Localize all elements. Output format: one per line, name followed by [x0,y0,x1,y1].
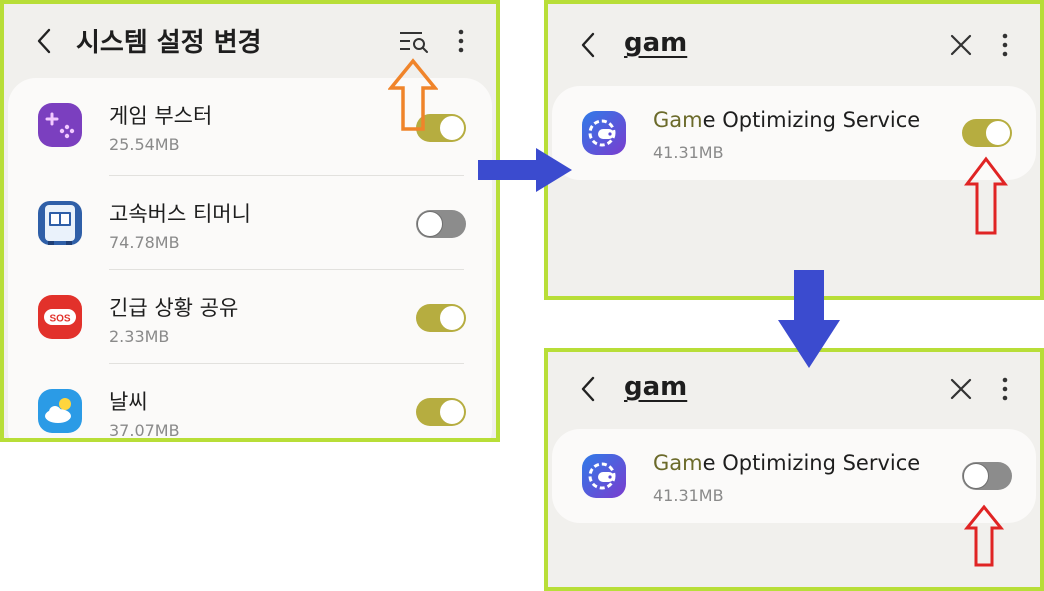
toggle-knob [439,115,465,141]
app-size: 41.31MB [653,143,724,162]
app-size: 41.31MB [653,486,724,505]
permission-toggle[interactable] [416,304,466,332]
bus-icon [38,201,82,245]
app-size: 37.07MB [109,421,180,440]
app-list: 게임 부스터 25.54MB 고속버스 티머니 74.78MB SOS 긴급 상… [8,78,492,440]
app-name-rest: e Optimizing Service [702,451,921,475]
search-result-panel-before: gam Game Optimizing Service 41.31MB [544,0,1044,300]
red-up-arrow [964,504,1004,567]
app-name-rest: e Optimizing Service [702,108,921,132]
more-icon[interactable] [454,28,468,54]
game-optimizing-icon [582,111,626,155]
clear-icon[interactable] [948,32,974,58]
clear-icon[interactable] [948,376,974,402]
permission-toggle[interactable] [962,119,1012,147]
right-flow-arrow [478,148,572,192]
system-settings-panel: 시스템 설정 변경 게임 부스터 25.54MB 고속버스 티머니 74.78M… [0,0,500,442]
search-highlight: Gam [653,451,703,475]
search-bar: gam [548,4,1040,76]
list-item[interactable]: 고속버스 티머니 74.78MB [8,176,492,269]
app-size: 74.78MB [109,233,180,252]
search-input[interactable]: gam [624,372,687,402]
app-name: Game Optimizing Service [653,451,920,475]
search-highlight: Gam [653,108,703,132]
app-size: 25.54MB [109,135,180,154]
app-name: 날씨 [109,390,148,414]
back-icon[interactable] [576,374,602,404]
back-icon[interactable] [32,26,58,56]
sos-label: SOS [49,314,70,325]
app-name: 게임 부스터 [109,104,213,128]
toggle-knob [417,211,443,237]
search-list-icon[interactable] [398,28,432,56]
app-name: Game Optimizing Service [653,108,920,132]
search-input[interactable]: gam [624,28,687,58]
permission-toggle[interactable] [962,462,1012,490]
app-name: 고속버스 티머니 [109,202,251,226]
search-result-panel-after: gam Game Optimizing Service 41.31MB [544,348,1044,591]
orange-up-arrow [388,58,438,131]
more-icon[interactable] [998,376,1012,402]
back-icon[interactable] [576,30,602,60]
toggle-knob [439,305,465,331]
down-flow-arrow [778,270,840,368]
red-up-arrow [964,156,1008,235]
weather-icon [38,389,82,433]
toggle-knob [985,120,1011,146]
app-name: 긴급 상황 공유 [109,296,239,320]
permission-toggle[interactable] [416,210,466,238]
toggle-knob [963,463,989,489]
list-item[interactable]: 날씨 37.07MB [8,364,492,440]
page-title: 시스템 설정 변경 [76,28,262,58]
game-optimizing-icon [582,454,626,498]
permission-toggle[interactable] [416,398,466,426]
list-item[interactable]: SOS 긴급 상황 공유 2.33MB [8,270,492,363]
app-size: 2.33MB [109,327,170,346]
toggle-knob [439,399,465,425]
more-icon[interactable] [998,32,1012,58]
game-booster-icon [38,103,82,147]
sos-icon: SOS [38,295,82,339]
